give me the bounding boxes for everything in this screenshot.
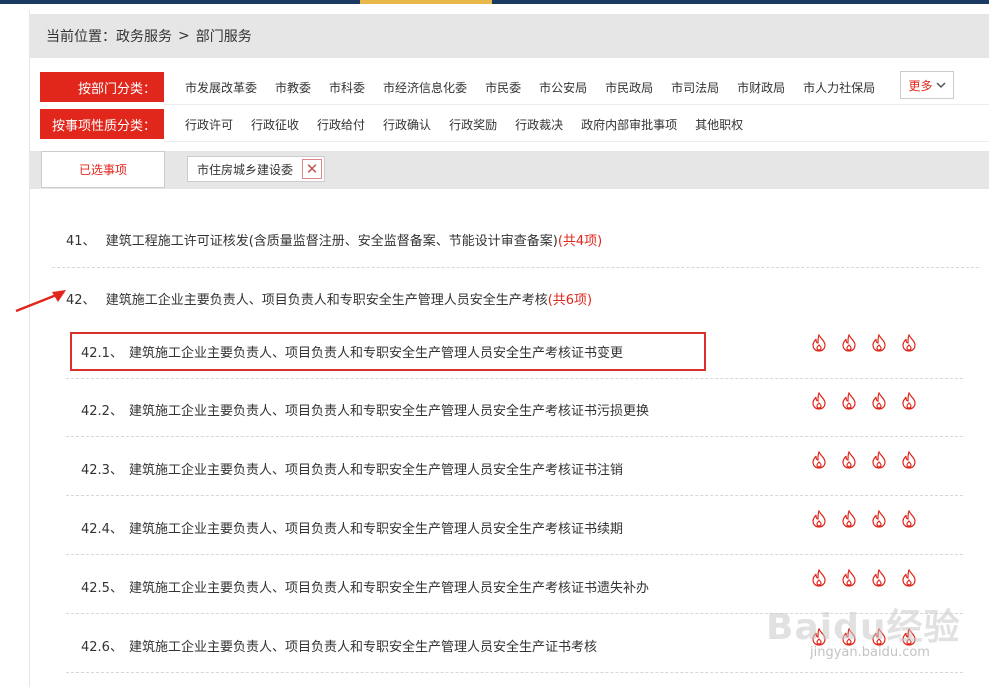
type-filter-option[interactable]: 行政裁决 — [515, 116, 563, 133]
flame-icon — [872, 392, 886, 410]
left-border — [29, 10, 30, 687]
sub-item-number: 42.5、 — [81, 581, 123, 596]
flame-icon — [842, 334, 856, 352]
item-count: (共4项) — [557, 234, 603, 249]
flame-icon — [902, 569, 916, 587]
flame-icon — [812, 451, 826, 469]
flame-icon — [842, 569, 856, 587]
flame-icon — [812, 392, 826, 410]
type-filter-row: 按事项性质分类： 行政许可 行政征收 行政给付 行政确认 行政奖励 行政裁决 政府内部审批事… — [40, 107, 989, 142]
type-filter-option[interactable]: 行政给付 — [317, 116, 365, 133]
sub-list-item[interactable]: 42.4、 建筑施工企业主要负责人、项目负责人和专职安全生产管理人员安全生产考核证… — [81, 518, 623, 537]
dept-filter-options: 市发展改革委 市教委 市科委 市经济信息化委 市民委 市公安局 市民政局 市司法局 市财政局 市人… — [164, 70, 875, 104]
divider — [66, 436, 963, 437]
flame-icon — [902, 451, 916, 469]
type-filter-option[interactable]: 行政许可 — [185, 116, 233, 133]
sub-item-number: 42.4、 — [81, 522, 123, 537]
item-number: 41、 — [66, 234, 96, 249]
breadcrumb-separator: > — [178, 28, 190, 44]
list-item[interactable]: 41、 建筑工程施工许可证核发(含质量监督注册、安全监督备案、节能设计审查备案)… — [50, 230, 979, 249]
chip-label: 市住房城乡建设委 — [197, 162, 294, 177]
flame-icon — [872, 510, 886, 528]
item-count: (共6项) — [547, 293, 593, 308]
item-title: 建筑施工企业主要负责人、项目负责人和专职安全生产管理人员安全生产考核 — [105, 293, 548, 308]
sub-list-item[interactable]: 42.5、 建筑施工企业主要负责人、项目负责人和专职安全生产管理人员安全生产考核证… — [81, 577, 649, 596]
list-item-expanded[interactable]: 42、 建筑施工企业主要负责人、项目负责人和专职安全生产管理人员安全生产考核(共… — [50, 289, 979, 308]
sub-item-title: 建筑施工企业主要负责人、项目负责人和专职安全生产管理人员安全生产考核证书污损更换 — [128, 404, 649, 419]
selected-chip[interactable]: 市住房城乡建设委 ✕ — [187, 156, 325, 182]
dept-filter-option[interactable]: 市民政局 — [605, 79, 653, 96]
hotness-rating — [810, 569, 918, 587]
divider — [66, 672, 963, 673]
watermark-brand: Baidu经验 — [766, 607, 961, 648]
flame-icon — [812, 569, 826, 587]
flame-icon — [902, 334, 916, 352]
close-icon[interactable]: ✕ — [302, 159, 322, 179]
divider — [52, 267, 979, 268]
flame-icon — [812, 510, 826, 528]
dept-filter-option[interactable]: 市人力社保局 — [803, 79, 875, 96]
flame-icon — [872, 569, 886, 587]
divider — [66, 378, 963, 379]
type-filter-option[interactable]: 行政奖励 — [449, 116, 497, 133]
flame-icon — [872, 334, 886, 352]
active-nav-indicator — [360, 0, 492, 4]
item-title: 建筑工程施工许可证核发(含质量监督注册、安全监督备案、节能设计审查备案) — [105, 234, 558, 249]
dept-filter-row: 按部门分类： 市发展改革委 市教委 市科委 市经济信息化委 市民委 市公安局 市民政局 市司法… — [40, 70, 989, 105]
breadcrumb-prefix: 当前位置： — [46, 29, 116, 45]
sub-item-number: 42.6、 — [81, 640, 123, 655]
divider — [66, 554, 963, 555]
dept-filter-option[interactable]: 市公安局 — [539, 79, 587, 96]
divider — [66, 495, 963, 496]
sub-item-title: 建筑施工企业主要负责人、项目负责人和专职安全生产管理人员安全生产考核证书遗失补办 — [128, 581, 649, 596]
sub-list-item[interactable]: 42.3、 建筑施工企业主要负责人、项目负责人和专职安全生产管理人员安全生产考核证… — [81, 459, 623, 478]
dept-filter-label: 按部门分类： — [40, 72, 164, 102]
type-filter-option[interactable]: 其他职权 — [695, 116, 743, 133]
breadcrumb-link-gov-services[interactable]: 政务服务 — [116, 26, 172, 46]
breadcrumb: 当前位置： 政务服务 > 部门服务 — [30, 14, 989, 58]
dept-filter-option[interactable]: 市司法局 — [671, 79, 719, 96]
dept-filter-option[interactable]: 市民委 — [485, 79, 521, 96]
sub-list-item[interactable]: 42.6、 建筑施工企业主要负责人、项目负责人和专职安全生产管理人员安全生产证书考… — [81, 636, 597, 655]
dept-filter-option[interactable]: 市发展改革委 — [185, 79, 257, 96]
sub-item-title: 建筑施工企业主要负责人、项目负责人和专职安全生产管理人员安全生产考核证书注销 — [128, 463, 623, 478]
dept-filter-option[interactable]: 市财政局 — [737, 79, 785, 96]
breadcrumb-current: 部门服务 — [195, 29, 252, 45]
hotness-rating — [810, 451, 918, 469]
sub-item-title: 建筑施工企业主要负责人、项目负责人和专职安全生产管理人员安全生产证书考核 — [128, 640, 597, 655]
dept-filter-option[interactable]: 市科委 — [329, 79, 365, 96]
sub-item-title: 建筑施工企业主要负责人、项目负责人和专职安全生产管理人员安全生产考核证书续期 — [128, 522, 623, 537]
selected-items-title: 已选事项 — [41, 151, 165, 188]
flame-icon — [812, 334, 826, 352]
sub-item-number: 42.3、 — [81, 463, 123, 478]
more-label: 更多 — [908, 78, 933, 93]
flame-icon — [842, 510, 856, 528]
dept-filter-option[interactable]: 市教委 — [275, 79, 311, 96]
sub-item-number: 42.2、 — [81, 404, 123, 419]
hotness-rating — [810, 392, 918, 410]
divider — [164, 104, 989, 105]
selected-bar — [30, 151, 989, 189]
type-filter-option[interactable]: 行政征收 — [251, 116, 299, 133]
flame-icon — [872, 451, 886, 469]
hotness-rating — [810, 334, 918, 352]
type-filter-option[interactable]: 行政确认 — [383, 116, 431, 133]
dept-filter-option[interactable]: 市经济信息化委 — [383, 79, 467, 96]
hotness-rating — [810, 510, 918, 528]
more-button[interactable]: 更多 — [900, 71, 954, 99]
chevron-down-icon — [935, 82, 946, 89]
type-filter-label: 按事项性质分类： — [40, 109, 164, 139]
flame-icon — [842, 392, 856, 410]
divider — [164, 141, 989, 142]
top-nav-bar — [0, 0, 989, 4]
arrow-annotation — [15, 290, 66, 313]
type-filter-option[interactable]: 政府内部审批事项 — [581, 116, 677, 133]
watermark-url: jingyan.baidu.com — [810, 645, 930, 660]
type-filter-options: 行政许可 行政征收 行政给付 行政确认 行政奖励 行政裁决 政府内部审批事项 其他职权 — [164, 107, 743, 141]
flame-icon — [902, 510, 916, 528]
flame-icon — [902, 392, 916, 410]
highlight-box-annotation — [70, 332, 706, 371]
sub-list-item[interactable]: 42.2、 建筑施工企业主要负责人、项目负责人和专职安全生产管理人员安全生产考核证… — [81, 400, 649, 419]
flame-icon — [842, 451, 856, 469]
